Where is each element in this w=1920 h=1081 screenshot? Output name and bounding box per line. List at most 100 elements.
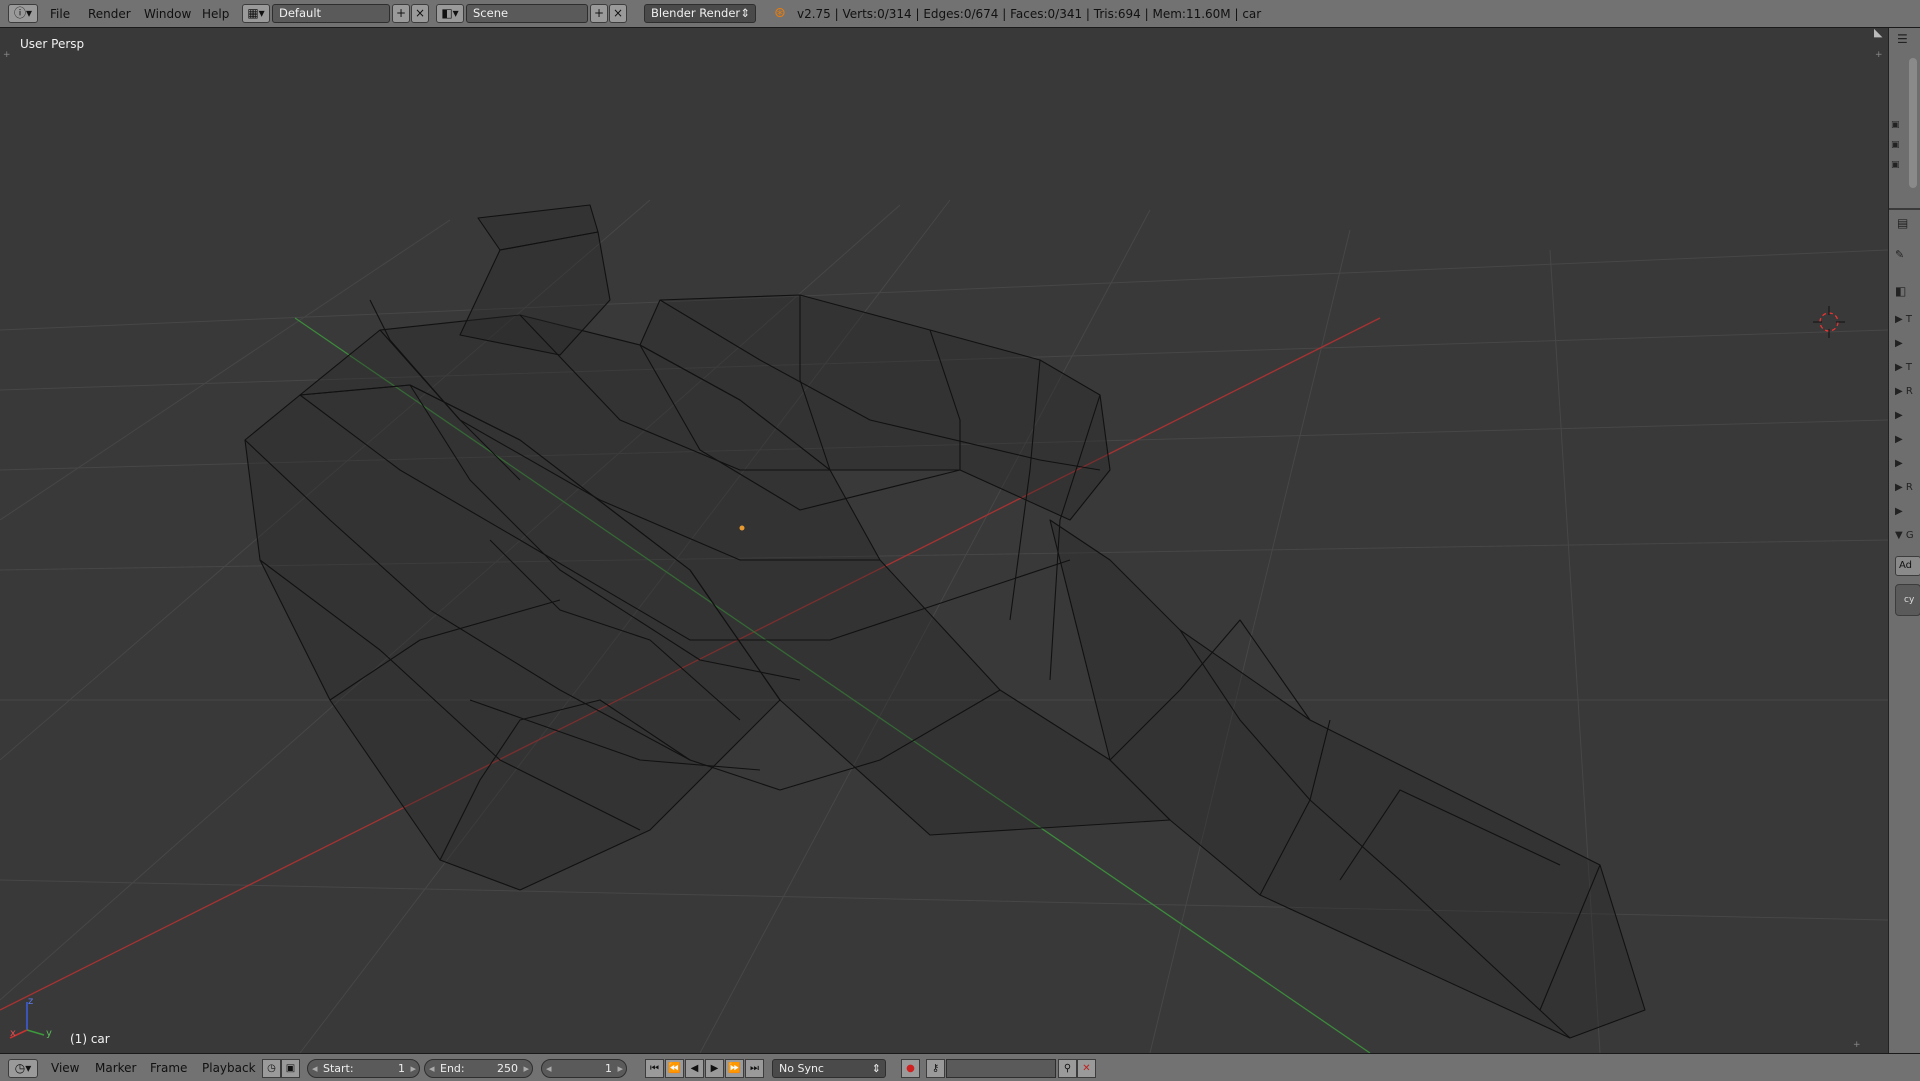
panel-row[interactable]: ▶ T [1895, 357, 1920, 379]
axis-z-label: z [28, 996, 34, 1007]
next-keyframe-icon: ⏩ [728, 1063, 741, 1074]
record-icon: ● [906, 1063, 915, 1074]
resize-corner-icon[interactable]: ◣ [1874, 26, 1882, 39]
info-header: ⓘ▾ File Render Window Help ▦▾ Default + … [0, 0, 1920, 28]
menu-window[interactable]: Window [144, 7, 191, 21]
panel-row[interactable]: ▶ T [1895, 309, 1920, 331]
panel-row-label: T [1905, 362, 1912, 373]
decrement-icon[interactable]: ◂ [429, 1060, 435, 1077]
outliner-icon[interactable]: ☰ [1897, 32, 1908, 46]
play-reverse-button[interactable]: ◀ [685, 1059, 704, 1078]
menu-file[interactable]: File [50, 7, 70, 21]
layout-name-field[interactable]: Default [272, 4, 390, 23]
area-split-widget-icon[interactable]: + [3, 50, 11, 60]
increment-icon[interactable]: ▸ [617, 1060, 623, 1077]
increment-icon[interactable]: ▸ [523, 1060, 529, 1077]
panel-row-label: T [1905, 314, 1912, 325]
key-icon: ⚷ [931, 1063, 940, 1074]
area-split-widget-icon[interactable]: + [1853, 1040, 1861, 1050]
render-engine-label: Blender Render [651, 6, 741, 20]
layout-delete-button[interactable]: × [411, 4, 429, 23]
render-engine-dropdown[interactable]: Blender Render ⇕ [644, 4, 756, 23]
timeline-menu-view[interactable]: View [51, 1061, 79, 1075]
preview-range-button[interactable]: ◷ [262, 1059, 281, 1078]
current-frame-field[interactable]: ◂ 1 ▸ [541, 1059, 627, 1078]
end-frame-field[interactable]: ◂ End: 250 ▸ [424, 1059, 533, 1078]
panel-row[interactable]: ▶ R [1895, 477, 1920, 499]
panel-row[interactable]: ▼ G [1895, 525, 1920, 547]
close-icon: × [612, 6, 624, 20]
start-frame-field[interactable]: ◂ Start: 1 ▸ [307, 1059, 420, 1078]
properties-editor-icon[interactable]: ▤ [1897, 216, 1908, 230]
layout-browse-button[interactable]: ▦▾ [242, 4, 270, 23]
camera-visibility-icon[interactable]: ▣ [1891, 160, 1900, 170]
panel-row-label: G [1905, 530, 1914, 541]
clock-icon: ◷ [267, 1063, 276, 1074]
panel-row[interactable]: ▶ [1895, 405, 1920, 427]
view-name-label: User Persp [20, 37, 85, 51]
object-origin-dot[interactable] [739, 525, 745, 531]
properties-panel[interactable]: ☰ ▣ ▣ ▣ ▤ ✎ ◧ ▶ T ▶ ▶ T ▶ R ▶ ▶ ▶ ▶ R ▶ … [1888, 28, 1920, 1053]
add-button[interactable]: Ad [1895, 556, 1920, 576]
panel-row[interactable]: ▶ R [1895, 381, 1920, 403]
scene-stats: v2.75 | Verts:0/314 | Edges:0/674 | Face… [797, 7, 1262, 21]
lock-icon: ▣ [285, 1063, 296, 1074]
keying-set-field[interactable] [946, 1059, 1056, 1078]
increment-icon[interactable]: ▸ [410, 1060, 416, 1077]
decrement-icon[interactable]: ◂ [312, 1060, 318, 1077]
panel-row[interactable]: ▶ [1895, 453, 1920, 475]
timeline-menu-frame[interactable]: Frame [150, 1061, 187, 1075]
scene-icon: ◧▾ [441, 6, 459, 20]
clock-icon: ◷▾ [14, 1061, 32, 1075]
panel-row[interactable]: ▶ [1895, 501, 1920, 523]
editor-type-button[interactable]: ⓘ▾ [8, 4, 38, 23]
keying-set-button[interactable]: ⚷ [926, 1059, 945, 1078]
prev-keyframe-button[interactable]: ⏪ [665, 1059, 684, 1078]
prev-keyframe-icon: ⏪ [668, 1063, 681, 1074]
play-reverse-icon: ◀ [690, 1063, 699, 1074]
panel-row[interactable]: ▶ [1895, 429, 1920, 451]
panel-divider [1889, 208, 1920, 210]
camera-visibility-icon[interactable]: ▣ [1891, 140, 1900, 150]
start-value: 1 [398, 1062, 405, 1075]
sync-mode-label: No Sync [779, 1062, 824, 1075]
next-keyframe-button[interactable]: ⏩ [725, 1059, 744, 1078]
insert-keyframe-button[interactable]: ⚲ [1058, 1059, 1077, 1078]
scene-browse-button[interactable]: ◧▾ [436, 4, 464, 23]
area-split-widget-icon[interactable]: + [1875, 50, 1883, 60]
delete-keyframe-button[interactable]: ✕ [1077, 1059, 1096, 1078]
decrement-icon[interactable]: ◂ [546, 1060, 552, 1077]
scene-delete-button[interactable]: × [609, 4, 627, 23]
menu-help[interactable]: Help [202, 7, 229, 21]
panel-field[interactable]: cy [1895, 584, 1920, 616]
blender-logo-icon: ⊛ [774, 5, 786, 21]
scene-add-button[interactable]: + [590, 4, 608, 23]
outliner-scrollbar[interactable] [1909, 58, 1917, 188]
end-label: End: [440, 1062, 465, 1075]
panel-row-label: R [1905, 386, 1913, 397]
camera-visibility-icon[interactable]: ▣ [1891, 120, 1900, 130]
3d-viewport[interactable]: z y x [0, 28, 1888, 1053]
render-tab-icon[interactable]: ◧ [1895, 284, 1906, 298]
3d-cursor-icon[interactable] [1813, 306, 1845, 338]
jump-end-button[interactable]: ⏭ [745, 1059, 764, 1078]
play-icon: ▶ [710, 1063, 719, 1074]
close-icon: × [414, 6, 426, 20]
timeline-editor-type-button[interactable]: ◷▾ [8, 1059, 38, 1078]
sync-mode-dropdown[interactable]: No Sync ⇕ [772, 1059, 886, 1078]
jump-start-button[interactable]: ⏮ [645, 1059, 664, 1078]
record-button[interactable]: ● [901, 1059, 920, 1078]
viewport-canvas [0, 199, 1888, 1053]
scene-name-field[interactable]: Scene [466, 4, 588, 23]
pin-icon[interactable]: ✎ [1895, 248, 1904, 261]
timeline-menu-marker[interactable]: Marker [95, 1061, 136, 1075]
timeline-menu-playback[interactable]: Playback [202, 1061, 256, 1075]
play-button[interactable]: ▶ [705, 1059, 724, 1078]
plus-icon: + [593, 6, 605, 20]
layout-add-button[interactable]: + [392, 4, 410, 23]
lock-range-button[interactable]: ▣ [281, 1059, 300, 1078]
panel-row-label: R [1905, 482, 1913, 493]
panel-row[interactable]: ▶ [1895, 333, 1920, 355]
layout-grid-icon: ▦▾ [247, 6, 265, 20]
menu-render[interactable]: Render [88, 7, 131, 21]
